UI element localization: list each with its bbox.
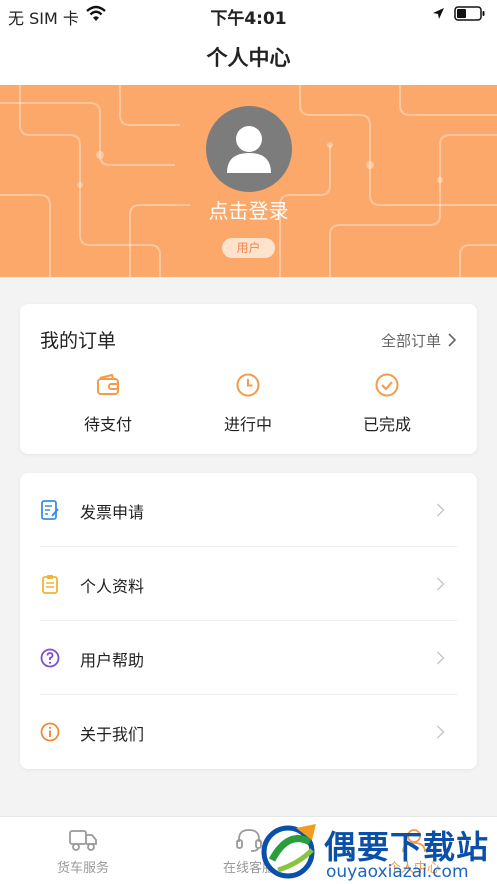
chevron-right-icon <box>436 651 445 665</box>
orders-card: 我的订单 全部订单 待支付 进行中 已完成 <box>20 304 477 454</box>
role-badge: 用户 <box>222 238 275 258</box>
location-arrow-icon <box>433 8 444 19</box>
menu-item-label: 关于我们 <box>80 725 145 744</box>
clock-time: 下午4:01 <box>210 9 287 29</box>
orders-title: 我的订单 <box>40 330 117 352</box>
menu-item-label: 个人资料 <box>80 577 145 596</box>
order-status-pending[interactable]: 待支付 <box>58 372 158 435</box>
menu-item-label: 发票申请 <box>80 503 145 522</box>
status-bar: 无 SIM 卡 下午4:01 <box>0 0 497 30</box>
order-status-label: 已完成 <box>362 415 411 434</box>
watermark-logo-icon <box>261 824 316 879</box>
order-status-label: 进行中 <box>223 415 272 434</box>
wallet-icon <box>97 373 119 395</box>
menu-card: 发票申请 个人资料 用户帮助 关于我们 <box>20 473 477 769</box>
menu-item-about[interactable]: 关于我们 <box>20 695 477 769</box>
truck-icon <box>69 830 97 851</box>
watermark: 偶要下载站 ouyaoxiazai.com <box>258 818 497 883</box>
login-link[interactable]: 点击登录 <box>0 195 497 224</box>
page-title: 个人中心 <box>206 46 291 70</box>
menu-item-invoice[interactable]: 发票申请 <box>20 473 477 547</box>
chevron-right-icon <box>436 503 445 517</box>
invoice-icon <box>41 500 59 520</box>
menu-item-help[interactable]: 用户帮助 <box>20 621 477 695</box>
menu-item-label: 用户帮助 <box>80 651 145 670</box>
clipboard-icon <box>42 575 58 594</box>
order-status-completed[interactable]: 已完成 <box>337 372 437 435</box>
profile-banner: 点击登录 用户 <box>0 85 497 277</box>
chevron-right-icon <box>436 725 445 739</box>
order-status-in-progress[interactable]: 进行中 <box>198 372 298 435</box>
chevron-right-icon[interactable] <box>447 332 457 348</box>
tab-truck-service[interactable]: 货车服务 <box>23 827 143 876</box>
check-circle-icon <box>375 373 399 397</box>
user-silhouette-icon <box>227 126 271 173</box>
help-icon <box>40 648 60 668</box>
avatar[interactable] <box>206 106 292 192</box>
nav-bar: 个人中心 <box>0 30 497 85</box>
battery-icon <box>454 6 485 21</box>
clock-icon <box>236 373 260 397</box>
menu-item-profile[interactable]: 个人资料 <box>20 547 477 621</box>
watermark-url: ouyaoxiazai.com <box>326 862 469 882</box>
chevron-right-icon <box>436 577 445 591</box>
all-orders-link[interactable]: 全部订单 <box>381 330 441 351</box>
info-icon <box>40 722 60 742</box>
tab-label: 货车服务 <box>56 861 109 876</box>
order-status-label: 待支付 <box>83 415 132 434</box>
